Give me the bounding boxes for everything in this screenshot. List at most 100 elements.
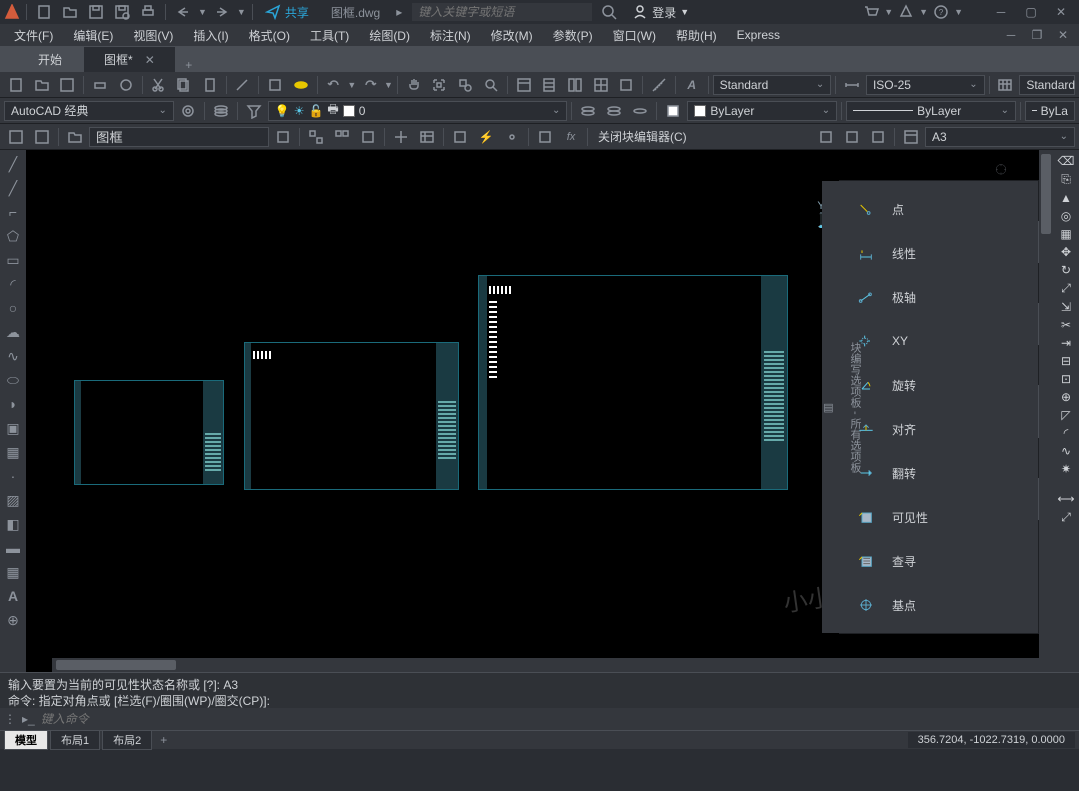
maximize-icon[interactable]: ▢	[1017, 2, 1045, 22]
param-basepoint[interactable]: 基点	[840, 583, 1038, 627]
move-tool-icon[interactable]: ✥	[1061, 245, 1071, 259]
menu-file[interactable]: 文件(F)	[4, 24, 63, 46]
spline-tool-icon[interactable]: ∿	[3, 346, 23, 366]
explode-tool-icon[interactable]: ✷	[1061, 462, 1071, 476]
pline-tool-icon[interactable]: ⌐	[3, 202, 23, 222]
minimize-icon[interactable]: ─	[987, 2, 1015, 22]
param-polar[interactable]: 极轴	[840, 275, 1038, 319]
block-name-input[interactable]	[89, 127, 269, 147]
color-bylayer-dropdown[interactable]: ByLayer⌄	[687, 101, 837, 121]
search-input[interactable]	[412, 3, 592, 21]
bedit-open-icon[interactable]	[63, 126, 87, 148]
layout-tab-2[interactable]: 布局2	[102, 730, 152, 750]
menu-dimension[interactable]: 标注(N)	[420, 24, 481, 46]
frame-a3[interactable]	[244, 342, 459, 490]
open-icon[interactable]	[59, 1, 81, 23]
bedit-test-icon[interactable]	[271, 126, 295, 148]
saveas-icon[interactable]	[111, 1, 133, 23]
layout-add-button[interactable]: +	[154, 733, 173, 747]
scale-tool-icon[interactable]: ⤢	[1061, 281, 1071, 296]
preview-icon[interactable]	[114, 74, 138, 96]
ellipse-tool-icon[interactable]: ⬭	[3, 370, 23, 390]
command-input[interactable]	[41, 712, 1075, 726]
bedit-fx-icon[interactable]: fx	[559, 126, 583, 148]
close-window-icon[interactable]: ✕	[1047, 2, 1075, 22]
insert-tool-icon[interactable]: ▣	[3, 418, 23, 438]
doc-close-icon[interactable]: ✕	[1051, 28, 1075, 42]
bedit-table-icon[interactable]	[415, 126, 439, 148]
ellipse-arc-tool-icon[interactable]: ◗	[3, 394, 23, 414]
layer-states-icon[interactable]	[576, 100, 600, 122]
blend-tool-icon[interactable]: ∿	[1061, 444, 1071, 458]
block-editor-icon[interactable]	[263, 74, 287, 96]
tab-start[interactable]: 开始	[18, 47, 82, 72]
addselected-tool-icon[interactable]: ⊕	[3, 610, 23, 630]
help-icon[interactable]: ?	[930, 1, 952, 23]
param-xy[interactable]: XY	[840, 319, 1038, 363]
new-doc-icon[interactable]	[4, 74, 28, 96]
layout-tab-model[interactable]: 模型	[4, 730, 48, 750]
menu-format[interactable]: 格式(O)	[239, 24, 300, 46]
redo-icon[interactable]	[211, 1, 233, 23]
save-icon[interactable]	[85, 1, 107, 23]
menu-tools[interactable]: 工具(T)	[300, 24, 359, 46]
properties-icon[interactable]	[512, 74, 536, 96]
text-style-dropdown[interactable]: Standard⌄	[713, 75, 832, 95]
new-icon[interactable]	[33, 1, 55, 23]
text-style-a-icon[interactable]: A	[680, 74, 704, 96]
hatch-tool-icon[interactable]: ▨	[3, 490, 23, 510]
share-button[interactable]: 共享	[259, 4, 315, 21]
menu-view[interactable]: 视图(V)	[123, 24, 183, 46]
dim-linear-icon[interactable]: ⟷	[1057, 492, 1074, 506]
vis-mode-icon[interactable]	[814, 126, 838, 148]
measure-icon[interactable]	[647, 74, 671, 96]
menu-modify[interactable]: 修改(M)	[481, 24, 543, 46]
join-tool-icon[interactable]: ⊕	[1061, 390, 1071, 404]
mirror-tool-icon[interactable]: ▲	[1060, 191, 1072, 205]
zoom-window-icon[interactable]	[453, 74, 477, 96]
panel-menu-icon[interactable]: ▤	[822, 185, 835, 629]
layer-props-icon[interactable]	[209, 100, 233, 122]
tab-active-doc[interactable]: 图框*✕	[84, 47, 175, 72]
bedit-show-icon[interactable]	[330, 126, 354, 148]
linetype-dropdown[interactable]: ByLayer⌄	[846, 101, 1016, 121]
bedit-constr-icon[interactable]	[533, 126, 557, 148]
polygon-tool-icon[interactable]: ⬠	[3, 226, 23, 246]
param-point[interactable]: 点	[840, 187, 1038, 231]
cart-icon[interactable]	[860, 1, 882, 23]
fillet-tool-icon[interactable]: ◜	[1064, 426, 1069, 440]
copy-tool-icon[interactable]: ⎘	[1061, 172, 1071, 187]
color-icon[interactable]	[661, 100, 685, 122]
horizontal-scrollbar[interactable]	[52, 658, 1039, 672]
vertical-scrollbar[interactable]	[1039, 150, 1053, 672]
zoom-extents-icon[interactable]	[428, 74, 452, 96]
zoom-prev-icon[interactable]	[479, 74, 503, 96]
layer-iso-icon[interactable]	[602, 100, 626, 122]
tool-palettes-icon[interactable]	[563, 74, 587, 96]
stretch-tool-icon[interactable]: ⇲	[1061, 300, 1071, 314]
paste-icon[interactable]	[198, 74, 222, 96]
vis-show-icon[interactable]	[840, 126, 864, 148]
dim-style-icon[interactable]	[840, 74, 864, 96]
line-tool-icon[interactable]: ╱	[3, 154, 23, 174]
tab-add-button[interactable]: +	[177, 58, 201, 72]
app-icon[interactable]	[895, 1, 917, 23]
break-tool-icon[interactable]: ⊟	[1061, 354, 1071, 368]
layer-filter-icon[interactable]	[242, 100, 266, 122]
rect-tool-icon[interactable]: ▭	[3, 250, 23, 270]
vis-hide-icon[interactable]	[866, 126, 890, 148]
design-center-icon[interactable]	[589, 74, 613, 96]
workspace-settings-icon[interactable]	[176, 100, 200, 122]
table-style-icon[interactable]	[994, 74, 1018, 96]
pan-icon[interactable]	[402, 74, 426, 96]
copy-icon[interactable]	[172, 74, 196, 96]
tab-close-icon[interactable]: ✕	[145, 53, 155, 67]
param-lookup[interactable]: 查寻	[840, 539, 1038, 583]
table-style-dropdown[interactable]: Standard	[1019, 75, 1074, 95]
array-tool-icon[interactable]: ▦	[1060, 227, 1071, 241]
param-linear[interactable]: 线性	[840, 231, 1038, 275]
menu-parametric[interactable]: 参数(P)	[543, 24, 603, 46]
menu-edit[interactable]: 编辑(E)	[63, 24, 123, 46]
rotate-tool-icon[interactable]: ↻	[1061, 263, 1071, 277]
close-block-editor-button[interactable]: 关闭块编辑器(C)	[592, 128, 693, 145]
